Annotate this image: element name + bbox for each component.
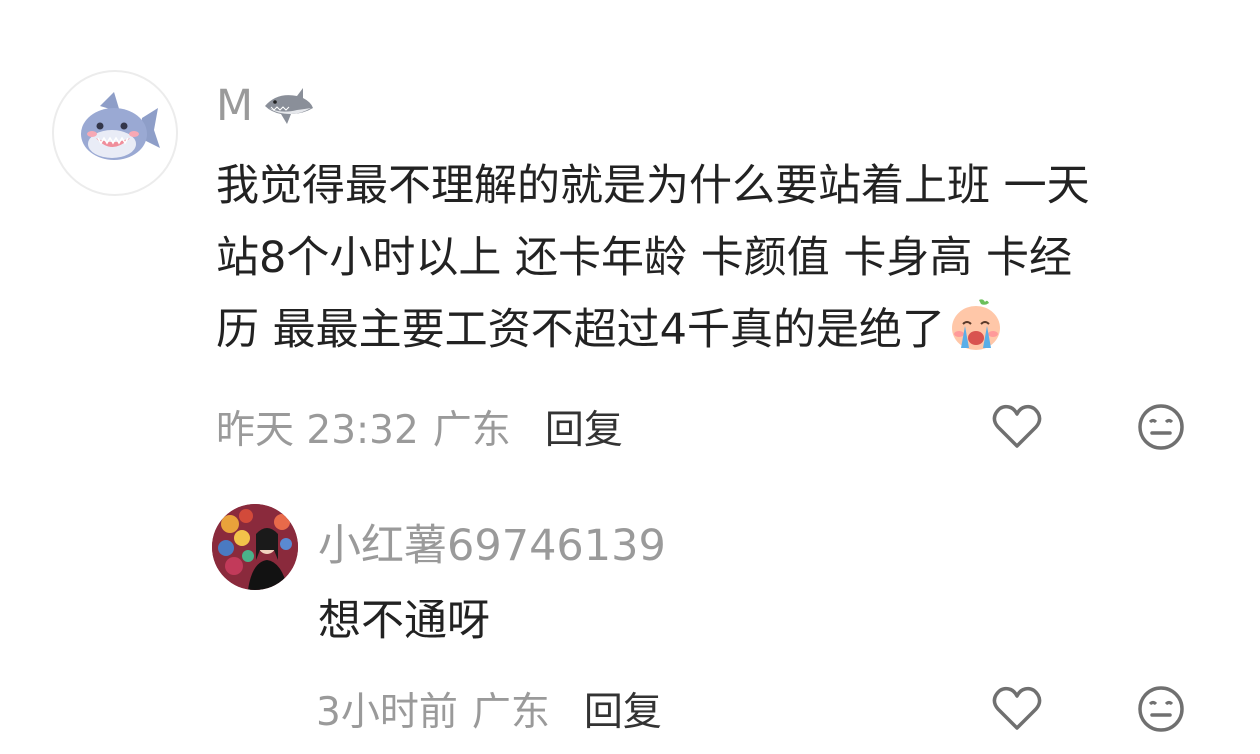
shark-avatar-icon — [81, 92, 160, 160]
reply-text: 想不通呀 — [318, 596, 490, 646]
heart-outline-icon[interactable] — [990, 682, 1044, 736]
comment-location: 广东 — [432, 408, 511, 453]
crying-emoji-icon — [947, 296, 1005, 354]
reply-location: 广东 — [471, 690, 550, 735]
reply-meta: 3小时前 广东 回复 — [316, 681, 662, 737]
comment-line: 我觉得最不理解的就是为什么要站着上班 一天 — [216, 161, 1090, 211]
comment-time: 昨天 23:32 — [216, 408, 419, 453]
neutral-face-icon[interactable] — [1134, 400, 1188, 454]
reply-user-avatar[interactable] — [212, 504, 298, 590]
reply-button[interactable]: 回复 — [545, 399, 623, 455]
neutral-face-icon[interactable] — [1134, 682, 1188, 736]
comment-line-text: 历 最最主要工资不超过4千真的是绝了 — [216, 305, 946, 355]
comment-text: 我觉得最不理解的就是为什么要站着上班 一天 站8个小时以上 还卡年龄 卡颜值 卡… — [216, 150, 1226, 366]
reply-username[interactable]: 小红薯69746139 — [318, 514, 666, 571]
comment-username[interactable]: M — [216, 78, 317, 134]
photo-avatar-icon — [212, 504, 298, 590]
username-text: M — [216, 81, 254, 131]
comment-line-last: 历 最最主要工资不超过4千真的是绝了 — [216, 294, 1226, 366]
comment-line: 站8个小时以上 还卡年龄 卡颜值 卡身高 卡经 — [216, 233, 1073, 283]
comment-meta: 昨天 23:32 广东 回复 — [216, 399, 623, 455]
heart-outline-icon[interactable] — [990, 400, 1044, 454]
reply-button[interactable]: 回复 — [584, 681, 662, 737]
user-avatar[interactable] — [52, 70, 178, 196]
shark-emoji-icon — [257, 80, 317, 132]
reply-time: 3小时前 — [316, 690, 458, 735]
